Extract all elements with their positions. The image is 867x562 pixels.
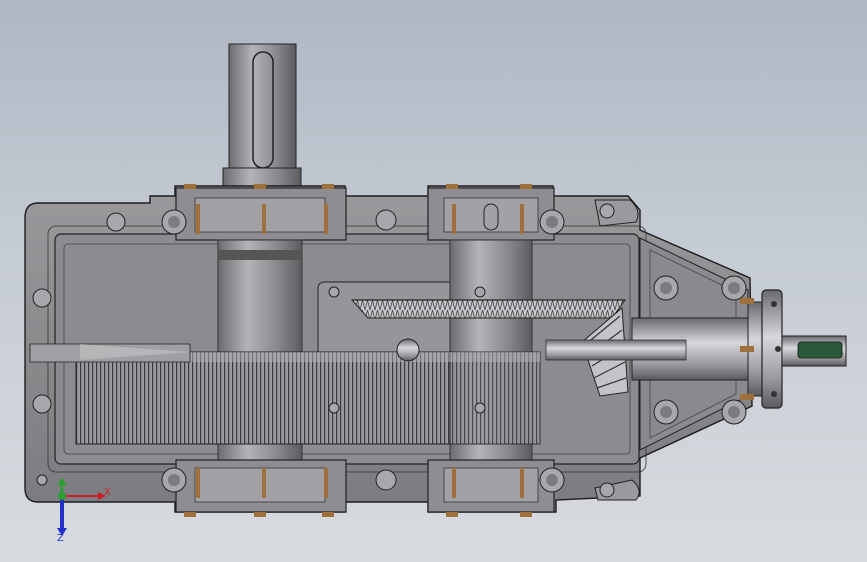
vertical-output-shaft[interactable] — [222, 43, 302, 189]
upper-helical-gear[interactable] — [350, 299, 626, 319]
bottom-bearing-cap-left[interactable] — [175, 459, 347, 513]
large-spur-gear[interactable] — [29, 343, 541, 445]
orientation-triad: X Z — [40, 478, 120, 558]
cad-viewport[interactable]: X Z — [0, 0, 867, 562]
gearbox-assembly-model[interactable] — [0, 0, 867, 562]
oil-plug[interactable] — [396, 338, 420, 362]
z-axis-label: Z — [57, 533, 64, 544]
x-axis-label: X — [104, 487, 111, 498]
bottom-bearing-cap-right[interactable] — [427, 459, 555, 513]
